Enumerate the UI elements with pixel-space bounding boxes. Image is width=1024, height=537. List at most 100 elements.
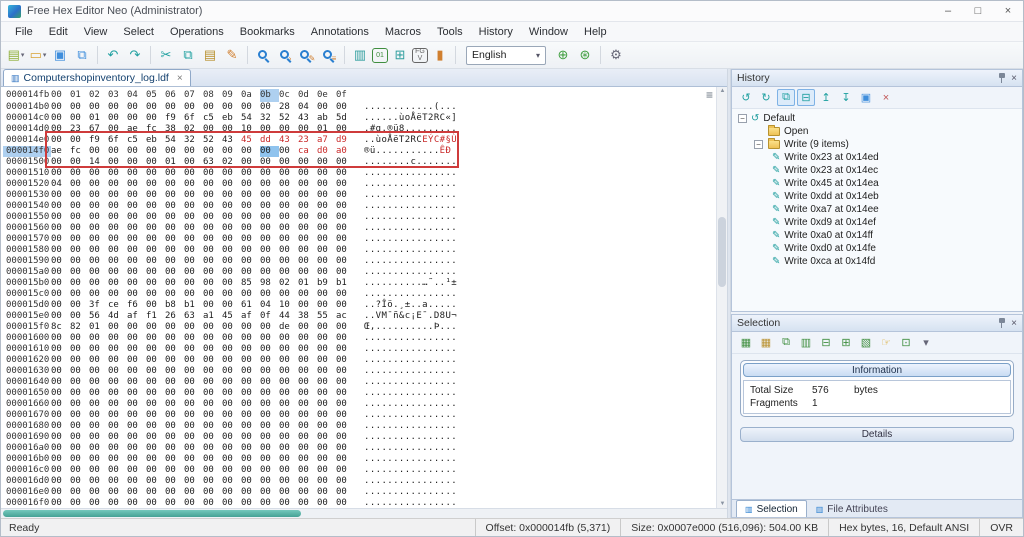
- hex-byte[interactable]: 00: [127, 498, 146, 508]
- hex-byte[interactable]: 00: [108, 377, 127, 388]
- hex-byte[interactable]: 00: [279, 498, 298, 508]
- hex-byte[interactable]: 00: [165, 190, 184, 201]
- hex-byte[interactable]: 00: [241, 454, 260, 465]
- hex-byte[interactable]: 00: [241, 476, 260, 487]
- hex-byte[interactable]: 00: [184, 102, 203, 113]
- flat-view-button[interactable]: ⊟: [797, 89, 815, 106]
- hex-byte[interactable]: 00: [260, 476, 279, 487]
- hex-byte[interactable]: 00: [336, 190, 355, 201]
- hex-byte[interactable]: ac: [336, 311, 355, 322]
- hex-byte[interactable]: 00: [317, 201, 336, 212]
- hex-byte[interactable]: 00: [70, 454, 89, 465]
- hex-byte[interactable]: 00: [51, 410, 70, 421]
- hex-byte[interactable]: 00: [298, 201, 317, 212]
- hex-byte[interactable]: 00: [222, 256, 241, 267]
- hex-byte[interactable]: 00: [70, 300, 89, 311]
- hex-byte[interactable]: 00: [108, 245, 127, 256]
- hex-byte[interactable]: 00: [241, 102, 260, 113]
- hex-byte[interactable]: 00: [203, 366, 222, 377]
- history-write-item[interactable]: ✎Write 0x23 at 0x14ec: [732, 164, 1022, 177]
- minimize-button[interactable]: –: [933, 1, 963, 22]
- close-button[interactable]: ×: [993, 1, 1023, 22]
- hex-byte[interactable]: 00: [241, 223, 260, 234]
- hex-byte[interactable]: 00: [260, 245, 279, 256]
- hex-byte[interactable]: 00: [127, 113, 146, 124]
- hex-byte[interactable]: 00: [260, 146, 279, 157]
- hex-byte[interactable]: b1: [336, 278, 355, 289]
- hex-byte[interactable]: 00: [317, 322, 336, 333]
- hex-byte[interactable]: eb: [146, 135, 165, 146]
- find-all-button[interactable]: ≡: [319, 45, 339, 65]
- hex-byte[interactable]: 00: [51, 212, 70, 223]
- hex-byte[interactable]: 00: [241, 212, 260, 223]
- hex-byte[interactable]: 00: [241, 256, 260, 267]
- hex-byte[interactable]: 00: [298, 157, 317, 168]
- hex-byte[interactable]: 00: [89, 333, 108, 344]
- hex-byte[interactable]: 00: [336, 432, 355, 443]
- hex-byte[interactable]: 00: [70, 410, 89, 421]
- ascii-row[interactable]: ................: [364, 223, 457, 234]
- hex-byte[interactable]: 00: [89, 267, 108, 278]
- hex-byte[interactable]: 00: [203, 102, 222, 113]
- hex-byte[interactable]: 00: [317, 454, 336, 465]
- hex-byte[interactable]: 00: [260, 289, 279, 300]
- ascii-row[interactable]: ................: [364, 465, 457, 476]
- copy-selection-button[interactable]: ⧉: [777, 334, 795, 351]
- hex-byte[interactable]: 00: [89, 190, 108, 201]
- hex-byte[interactable]: 00: [298, 487, 317, 498]
- hex-byte[interactable]: 00: [127, 322, 146, 333]
- hex-byte[interactable]: 00: [127, 487, 146, 498]
- hex-byte[interactable]: 00: [127, 454, 146, 465]
- hex-byte[interactable]: b8: [165, 300, 184, 311]
- hex-byte[interactable]: 00: [127, 388, 146, 399]
- hex-byte[interactable]: 00: [51, 366, 70, 377]
- hex-byte[interactable]: 00: [89, 388, 108, 399]
- hex-byte[interactable]: 00: [89, 399, 108, 410]
- hex-byte[interactable]: 00: [89, 201, 108, 212]
- hex-byte[interactable]: 00: [89, 377, 108, 388]
- copy-button[interactable]: ⧉: [178, 45, 198, 65]
- hex-byte[interactable]: 00: [70, 421, 89, 432]
- hex-byte[interactable]: 00: [108, 278, 127, 289]
- collapse-icon[interactable]: −: [738, 114, 747, 123]
- hex-byte[interactable]: 00: [146, 344, 165, 355]
- hex-byte[interactable]: 00: [146, 289, 165, 300]
- invert-selection-button[interactable]: ⊟: [817, 334, 835, 351]
- hex-byte[interactable]: 00: [184, 223, 203, 234]
- hex-byte[interactable]: 00: [279, 256, 298, 267]
- hex-byte[interactable]: 00: [317, 344, 336, 355]
- copy-as-button[interactable]: ▥: [350, 45, 370, 65]
- hex-byte[interactable]: 00: [260, 498, 279, 508]
- hex-byte[interactable]: 00: [298, 212, 317, 223]
- hex-byte[interactable]: 00: [165, 443, 184, 454]
- hex-byte[interactable]: 00: [127, 443, 146, 454]
- hex-byte[interactable]: 00: [70, 190, 89, 201]
- hex-byte[interactable]: 00: [89, 179, 108, 190]
- hex-byte[interactable]: 00: [108, 454, 127, 465]
- hex-byte[interactable]: 00: [51, 333, 70, 344]
- hex-byte[interactable]: 00: [127, 377, 146, 388]
- hex-byte[interactable]: 00: [203, 399, 222, 410]
- structure-viewer-button[interactable]: FG V: [412, 48, 428, 63]
- ascii-row[interactable]: ................: [364, 454, 457, 465]
- hex-byte[interactable]: ae: [51, 146, 70, 157]
- hex-byte[interactable]: 43: [298, 113, 317, 124]
- clear-history-button[interactable]: ×: [877, 89, 895, 106]
- panel-tab-file-attributes[interactable]: ▥File Attributes: [807, 500, 897, 517]
- hex-byte[interactable]: 00: [184, 355, 203, 366]
- hex-byte[interactable]: 00: [108, 333, 127, 344]
- hex-byte[interactable]: 00: [89, 487, 108, 498]
- hex-byte[interactable]: 00: [336, 201, 355, 212]
- hex-byte[interactable]: 00: [146, 256, 165, 267]
- hex-byte[interactable]: 00: [108, 366, 127, 377]
- hex-byte[interactable]: 00: [336, 179, 355, 190]
- hex-byte[interactable]: 00: [51, 234, 70, 245]
- hex-byte[interactable]: 98: [260, 278, 279, 289]
- find-button[interactable]: [253, 45, 273, 65]
- hex-byte[interactable]: 10: [241, 124, 260, 135]
- hex-byte[interactable]: 00: [108, 113, 127, 124]
- hex-byte[interactable]: 00: [146, 102, 165, 113]
- hex-byte[interactable]: 00: [127, 421, 146, 432]
- hex-byte[interactable]: 00: [70, 212, 89, 223]
- hex-byte[interactable]: 00: [298, 454, 317, 465]
